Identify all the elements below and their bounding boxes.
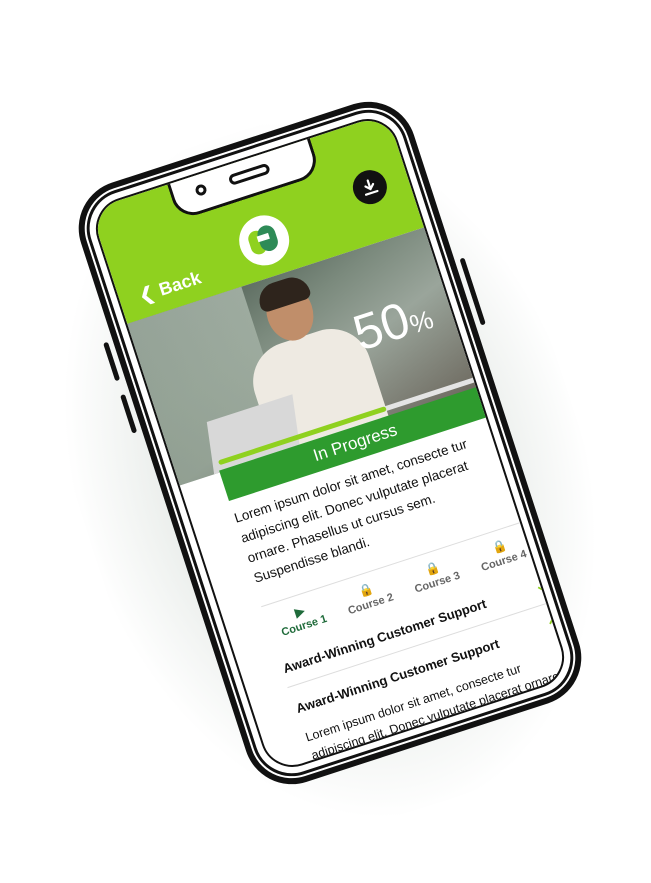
download-icon[interactable] <box>348 165 392 209</box>
speaker-icon <box>227 162 271 187</box>
chevron-left-icon: ❮ <box>136 282 157 307</box>
brand-logo-icon <box>232 208 296 272</box>
play-icon: ▶ <box>293 603 307 620</box>
camera-icon <box>194 183 208 197</box>
back-label: Back <box>156 267 204 300</box>
